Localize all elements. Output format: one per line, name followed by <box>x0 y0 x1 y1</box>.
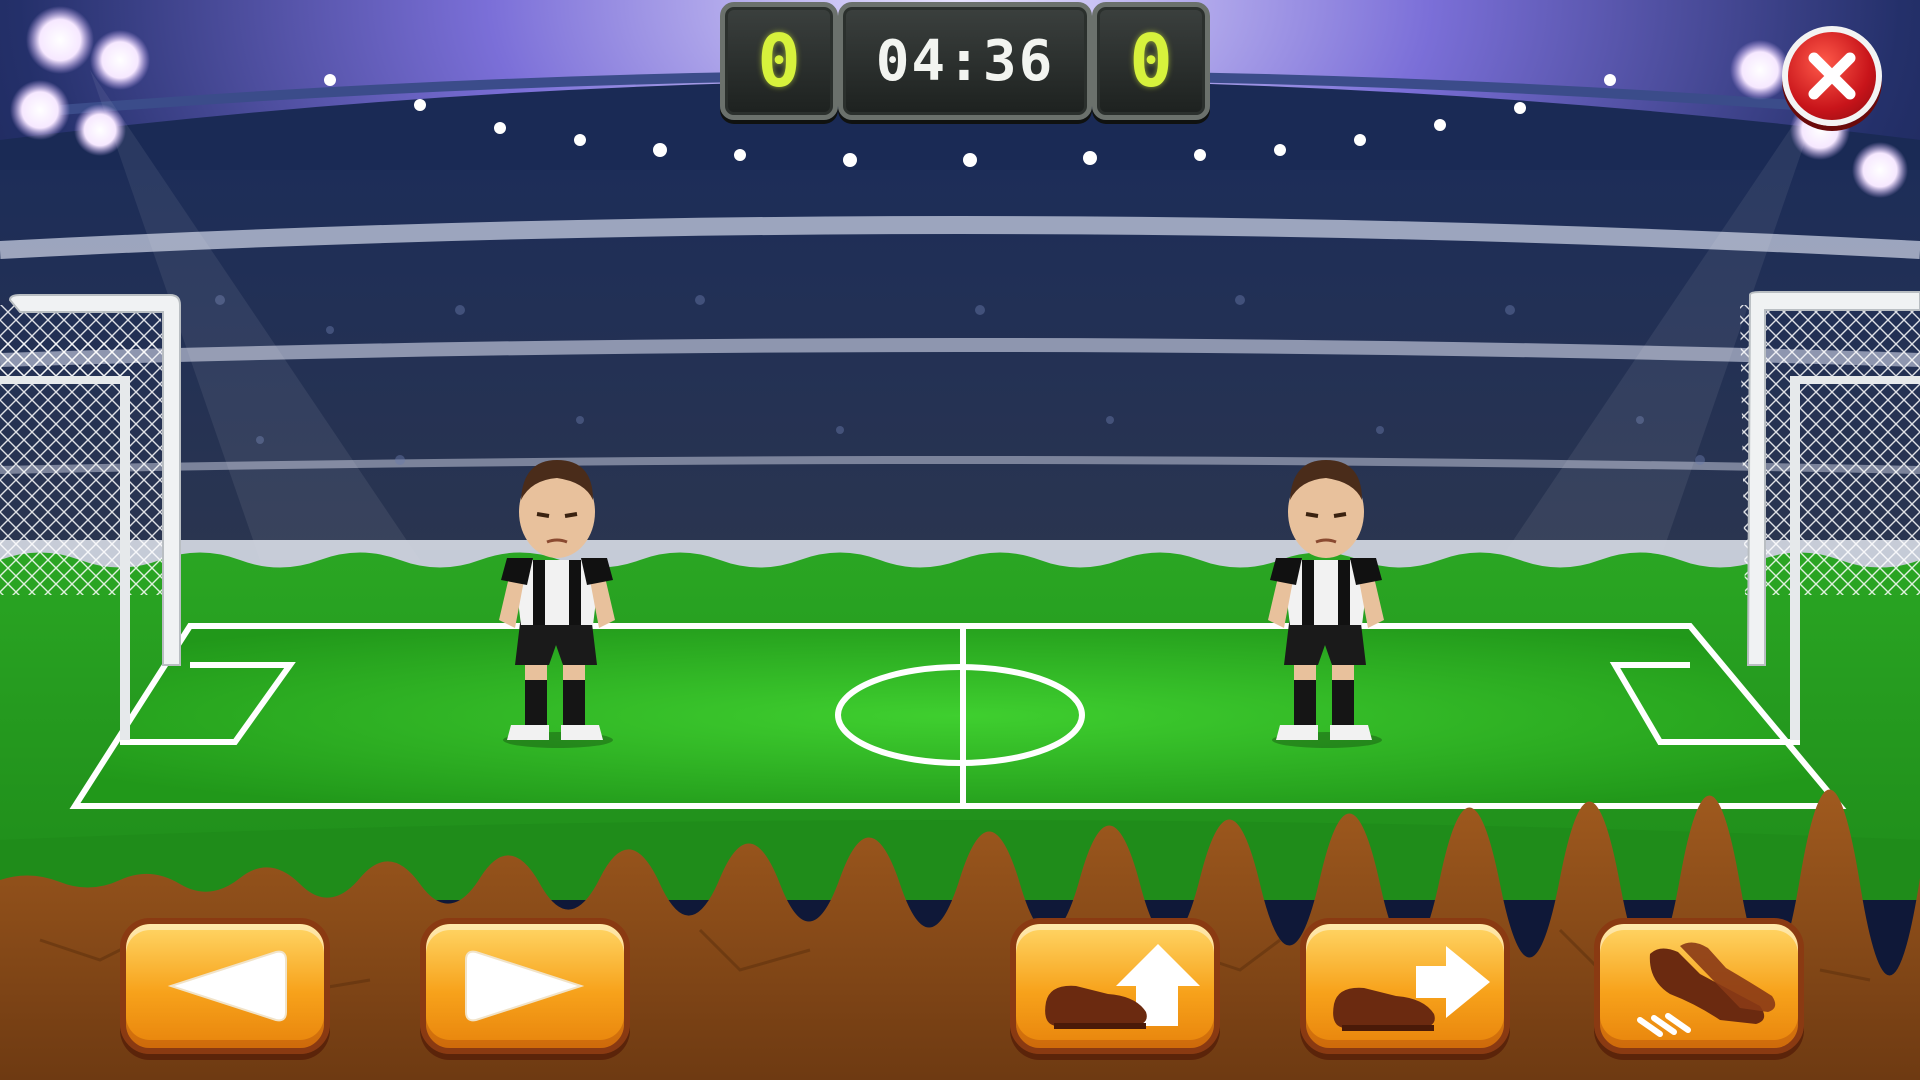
boots-power-icon <box>1637 942 1776 1037</box>
power-shot-button[interactable] <box>1594 918 1804 1054</box>
move-left-button[interactable] <box>120 918 330 1054</box>
close-icon <box>1808 52 1856 100</box>
home-score-value: 0 <box>757 19 801 103</box>
home-score: 0 <box>720 2 838 120</box>
boot-jump-icon <box>1045 944 1200 1029</box>
match-timer-value: 04:36 <box>875 28 1055 94</box>
arrow-right-icon <box>465 950 585 1022</box>
away-score-value: 0 <box>1129 19 1173 103</box>
game-stage: 0 04:36 0 <box>0 0 1920 1080</box>
away-score: 0 <box>1092 2 1210 120</box>
kick-button[interactable] <box>1300 918 1510 1054</box>
move-right-button[interactable] <box>420 918 630 1054</box>
boot-kick-icon <box>1333 946 1490 1031</box>
arrow-left-icon <box>167 950 287 1022</box>
close-button[interactable] <box>1782 26 1882 126</box>
match-timer: 04:36 <box>838 2 1092 120</box>
jump-button[interactable] <box>1010 918 1220 1054</box>
